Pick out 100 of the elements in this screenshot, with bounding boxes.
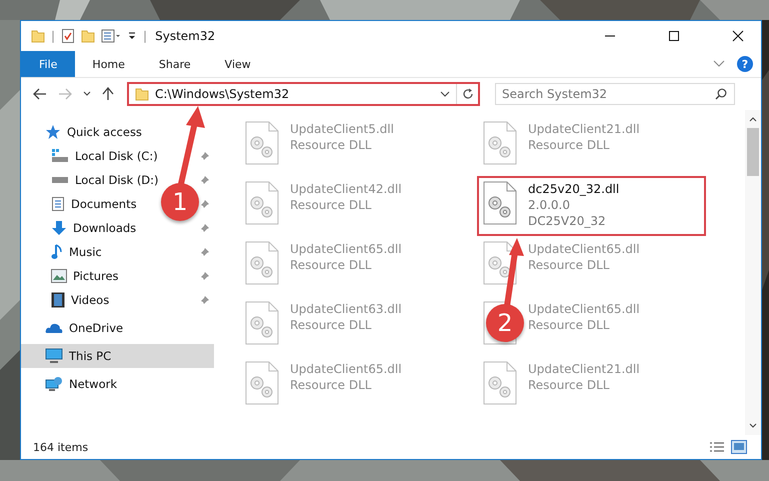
back-icon[interactable] xyxy=(33,88,47,100)
sidebar-item[interactable]: Network xyxy=(21,372,214,396)
file-detail: Resource DLL xyxy=(290,377,372,393)
file-name: UpdateClient65.dll xyxy=(528,301,640,317)
sidebar-item[interactable]: Local Disk (C:) xyxy=(51,144,158,168)
image-icon xyxy=(51,269,67,283)
refresh-icon xyxy=(462,88,474,100)
properties-icon[interactable] xyxy=(101,29,122,43)
ribbon-tab[interactable]: Home xyxy=(75,51,142,77)
sidebar-item[interactable]: Downloads xyxy=(51,216,136,240)
music-note-icon xyxy=(51,244,63,260)
search-icon[interactable] xyxy=(715,88,727,100)
file-name: UpdateClient65.dll xyxy=(290,241,402,257)
file-name: UpdateClient42.dll xyxy=(290,181,402,197)
gear-file-icon xyxy=(245,301,279,345)
file-detail: Resource DLL xyxy=(528,377,610,393)
star-icon xyxy=(45,124,61,140)
file-name: UpdateClient21.dll xyxy=(528,361,640,377)
ribbon-tab[interactable]: View xyxy=(208,51,268,77)
sidebar-label: Pictures xyxy=(73,269,119,283)
search-field[interactable]: Search System32 xyxy=(495,83,735,105)
pin-icon[interactable] xyxy=(200,151,210,161)
pin-icon[interactable] xyxy=(200,247,210,257)
drive-icon xyxy=(51,176,69,184)
arrow-annotation xyxy=(504,238,524,306)
file-detail: Resource DLL xyxy=(290,197,372,213)
sidebar-label: Local Disk (C:) xyxy=(75,149,158,163)
ribbon-tab[interactable]: Share xyxy=(142,51,208,77)
sidebar-item[interactable]: This PC xyxy=(21,344,214,368)
file-name: UpdateClient21.dll xyxy=(528,121,640,137)
item-count: 164 items xyxy=(33,440,88,454)
folder-icon xyxy=(135,87,149,101)
sidebar-item[interactable]: Local Disk (D:) xyxy=(51,168,159,192)
sidebar-label: Downloads xyxy=(73,221,136,235)
checklist-icon[interactable] xyxy=(61,28,76,44)
sidebar-item[interactable]: OneDrive xyxy=(21,316,214,340)
tiles-view-icon[interactable] xyxy=(731,440,747,454)
pin-icon[interactable] xyxy=(200,271,210,281)
sidebar-label: Quick access xyxy=(67,125,142,139)
close-icon xyxy=(732,30,744,42)
network-icon xyxy=(45,376,63,392)
pin-icon[interactable] xyxy=(200,175,210,185)
file-detail: Resource DLL xyxy=(290,137,372,153)
sidebar-item[interactable]: Quick access xyxy=(21,120,214,144)
pin-icon[interactable] xyxy=(200,199,210,209)
sidebar-item[interactable]: Videos xyxy=(51,288,110,312)
computer-icon xyxy=(45,348,63,364)
sidebar-label: Local Disk (D:) xyxy=(75,173,159,187)
file-name: UpdateClient65.dll xyxy=(290,361,402,377)
gear-file-icon xyxy=(483,121,517,165)
scroll-up-icon[interactable] xyxy=(749,116,757,122)
scroll-thumb[interactable] xyxy=(747,128,759,176)
file-detail: Resource DLL xyxy=(290,317,372,333)
pin-icon[interactable] xyxy=(200,295,210,305)
file-name: UpdateClient63.dll xyxy=(290,301,402,317)
folder-icon[interactable] xyxy=(31,29,45,43)
details-view-icon[interactable] xyxy=(709,441,725,453)
sidebar-label: Videos xyxy=(71,293,110,307)
title-separator: | xyxy=(51,29,56,43)
gear-file-icon xyxy=(245,361,279,405)
drive-icon xyxy=(51,149,69,163)
sidebar-item[interactable]: Music xyxy=(51,240,102,264)
sidebar-item[interactable]: Pictures xyxy=(51,264,119,288)
gear-file-icon xyxy=(483,241,517,285)
file-name: dc25v20_32.dll xyxy=(528,181,620,197)
sidebar-label: Music xyxy=(69,245,102,259)
pin-icon[interactable] xyxy=(200,223,210,233)
ribbon-tab[interactable]: File xyxy=(21,51,76,77)
gear-file-icon xyxy=(245,241,279,285)
file-detail: Resource DLL xyxy=(290,257,372,273)
sidebar-item[interactable]: Documents xyxy=(51,192,137,216)
title-separator: | xyxy=(143,29,148,43)
file-detail: Resource DLL xyxy=(528,317,610,333)
customize-dropdown-icon[interactable] xyxy=(127,31,138,41)
document-icon xyxy=(51,196,65,212)
chevron-down-icon[interactable] xyxy=(83,91,91,97)
up-arrow-icon[interactable] xyxy=(102,87,114,101)
scroll-down-icon[interactable] xyxy=(749,423,757,429)
gear-file-icon xyxy=(245,181,279,225)
file-detail: Resource DLL xyxy=(528,137,610,153)
address-bar[interactable]: C:\Windows\System32 xyxy=(127,82,480,106)
sidebar-label: This PC xyxy=(69,349,112,363)
download-arrow-icon xyxy=(51,220,67,236)
address-path: C:\Windows\System32 xyxy=(155,87,290,101)
gear-file-icon xyxy=(483,361,517,405)
chevron-down-icon[interactable] xyxy=(440,91,450,97)
file-name: UpdateClient65.dll xyxy=(528,241,640,257)
highlighted-file-item[interactable]: dc25v20_32.dll 2.0.0.0 DC25V20_32 xyxy=(477,176,706,236)
window-title: System32 xyxy=(155,29,216,43)
gear-file-icon xyxy=(483,181,517,225)
file-detail: DC25V20_32 xyxy=(528,213,607,229)
file-name: UpdateClient5.dll xyxy=(290,121,394,137)
sidebar-label: Documents xyxy=(71,197,137,211)
forward-icon[interactable] xyxy=(58,88,72,100)
scrollbar[interactable] xyxy=(745,110,761,435)
file-detail: 2.0.0.0 xyxy=(528,197,571,213)
sidebar-label: OneDrive xyxy=(69,321,124,335)
help-button[interactable]: ? xyxy=(737,56,753,72)
folder-icon[interactable] xyxy=(81,29,96,43)
file-detail: Resource DLL xyxy=(528,257,610,273)
